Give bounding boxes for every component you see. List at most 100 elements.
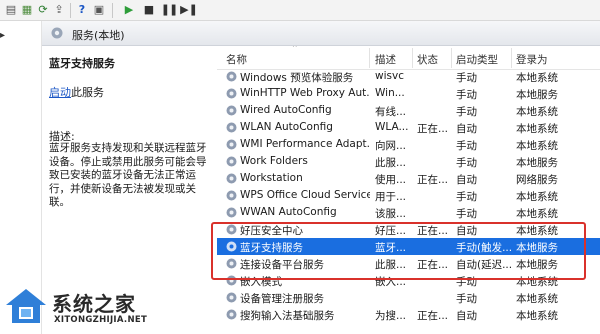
column-divider[interactable] — [412, 48, 413, 68]
service-row[interactable]: WWAN AutoConfig 该服... 手动 本地系统 — [217, 204, 600, 221]
column-status[interactable]: 状态 — [417, 52, 438, 67]
refresh-icon[interactable]: ⟳ — [36, 3, 50, 17]
service-row[interactable]: Wired AutoConfig 有线... 手动 本地系统 — [217, 102, 600, 119]
service-name: 设备管理注册服务 — [240, 293, 324, 305]
service-startup-type: 手动 — [456, 208, 477, 220]
watermark-logo-icon — [6, 289, 46, 323]
service-row[interactable]: Work Folders 此服... 手动 本地服务 — [217, 153, 600, 170]
services-list[interactable]: ⌃ 名称 描述 状态 启动类型 登录为 Windows 预览体验服务 wisvc 手… — [217, 46, 600, 334]
service-logon-as: 本地系统 — [516, 140, 558, 152]
description-text: 蓝牙服务支持发现和关联远程蓝牙设备。停止或禁用此服务可能会导致已安装的蓝牙设备无… — [49, 142, 207, 208]
tree-expand-icon[interactable]: ▸ — [0, 30, 5, 41]
service-description: 使用... — [375, 174, 407, 186]
service-name: Workstation — [240, 172, 303, 184]
help-icon[interactable]: ? — [75, 3, 89, 17]
service-description: WLA... — [375, 121, 409, 133]
service-description: Win... — [375, 87, 405, 99]
service-row[interactable]: WPS Office Cloud Service 用于... 手动 本地系统 — [217, 187, 600, 204]
service-description: wisvc — [375, 70, 404, 82]
service-row[interactable]: WMI Performance Adapt... 向网... 手动 本地系统 — [217, 136, 600, 153]
service-description: 用于... — [375, 191, 407, 203]
service-row[interactable]: WLAN AutoConfig WLA... 正在... 自动 本地系统 — [217, 119, 600, 136]
service-logon-as: 本地系统 — [516, 310, 558, 322]
toolbar-divider — [70, 3, 71, 18]
export-list-icon[interactable]: ▦ — [20, 3, 34, 17]
export-icon[interactable]: ⇪ — [52, 3, 66, 17]
service-startup-type: 手动 — [456, 89, 477, 101]
watermark: 系统之家 XITONGZHIJIA.NET — [4, 282, 204, 332]
service-startup-type: 手动 — [456, 293, 477, 305]
service-startup-type: 自动 — [456, 174, 477, 186]
service-description: 为搜... — [375, 310, 407, 322]
column-logon-as[interactable]: 登录为 — [516, 52, 548, 67]
service-logon-as: 本地系统 — [516, 293, 558, 305]
start-service-link-suffix: 此服务 — [71, 86, 104, 99]
service-row[interactable]: Workstation 使用... 正在... 自动 网络服务 — [217, 170, 600, 187]
panel-title: 服务(本地) — [72, 29, 125, 42]
service-row[interactable]: WinHTTP Web Proxy Aut... Win... 手动 本地服务 — [217, 85, 600, 102]
service-description: 向网... — [375, 140, 407, 152]
service-name: WMI Performance Adapt... — [240, 138, 370, 150]
stop-service-icon[interactable]: ■ — [142, 3, 156, 17]
column-startup-type[interactable]: 启动类型 — [456, 52, 498, 67]
start-service-link[interactable]: 启动 — [49, 86, 71, 99]
service-startup-type: 手动 — [456, 140, 477, 152]
column-divider[interactable] — [369, 48, 370, 68]
service-gear-icon — [226, 122, 237, 133]
watermark-title: 系统之家 — [52, 292, 136, 316]
sort-ascending-icon: ⌃ — [291, 46, 299, 54]
start-service-icon[interactable]: ▶ — [122, 3, 136, 17]
column-divider[interactable] — [451, 48, 452, 68]
service-logon-as: 本地系统 — [516, 191, 558, 203]
service-status: 正在... — [417, 310, 449, 322]
service-action: 启动此服务 — [49, 84, 104, 100]
service-row[interactable]: Windows 预览体验服务 wisvc 手动 本地系统 — [217, 68, 600, 85]
service-gear-icon — [226, 156, 237, 167]
service-gear-icon — [226, 105, 237, 116]
service-logon-as: 本地服务 — [516, 89, 558, 101]
service-name: WWAN AutoConfig — [240, 206, 337, 218]
selected-service-title: 蓝牙支持服务 — [49, 57, 115, 70]
service-row[interactable]: 搜狗输入法基础服务 为搜... 正在... 自动 本地系统 — [217, 306, 600, 323]
service-gear-icon — [226, 88, 237, 99]
column-name[interactable]: 名称 — [226, 52, 247, 67]
service-name: WLAN AutoConfig — [240, 121, 333, 133]
toolbar: ▤ ▦ ⟳ ⇪ ? ▣ ▶ ■ ❚❚ ▶❚ — [0, 0, 600, 21]
service-description: 该服... — [375, 208, 407, 220]
service-startup-type: 自动 — [456, 310, 477, 322]
console-tree-icon[interactable]: ▤ — [4, 3, 18, 17]
service-gear-icon — [226, 190, 237, 201]
column-divider[interactable] — [511, 48, 512, 68]
service-description: 有线... — [375, 106, 407, 118]
service-name: WinHTTP Web Proxy Aut... — [240, 87, 370, 99]
service-name: 搜狗输入法基础服务 — [240, 310, 335, 322]
service-description: 此服... — [375, 157, 407, 169]
services-gear-icon — [51, 27, 63, 39]
service-logon-as: 本地服务 — [516, 157, 558, 169]
service-status: 正在... — [417, 174, 449, 186]
service-gear-icon — [226, 207, 237, 218]
service-gear-icon — [226, 292, 237, 303]
column-description[interactable]: 描述 — [375, 52, 396, 67]
highlight-box — [211, 222, 586, 280]
service-status: 正在... — [417, 123, 449, 135]
service-name: Work Folders — [240, 155, 308, 167]
service-gear-icon — [226, 173, 237, 184]
service-logon-as: 本地系统 — [516, 208, 558, 220]
service-name: WPS Office Cloud Service — [240, 189, 370, 201]
restart-service-icon[interactable]: ▶❚ — [180, 3, 198, 17]
service-logon-as: 本地系统 — [516, 106, 558, 118]
service-gear-icon — [226, 309, 237, 320]
toolbar-divider — [112, 3, 113, 18]
service-logon-as: 本地系统 — [516, 72, 558, 84]
service-logon-as: 网络服务 — [516, 174, 558, 186]
service-row[interactable]: 设备管理注册服务 手动 本地系统 — [217, 289, 600, 306]
service-name: Windows 预览体验服务 — [240, 72, 354, 84]
service-startup-type: 手动 — [456, 72, 477, 84]
pause-service-icon[interactable]: ❚❚ — [161, 3, 178, 17]
service-startup-type: 手动 — [456, 106, 477, 118]
service-gear-icon — [226, 71, 237, 82]
service-startup-type: 自动 — [456, 123, 477, 135]
properties-icon[interactable]: ▣ — [92, 3, 106, 17]
service-name: Wired AutoConfig — [240, 104, 332, 116]
